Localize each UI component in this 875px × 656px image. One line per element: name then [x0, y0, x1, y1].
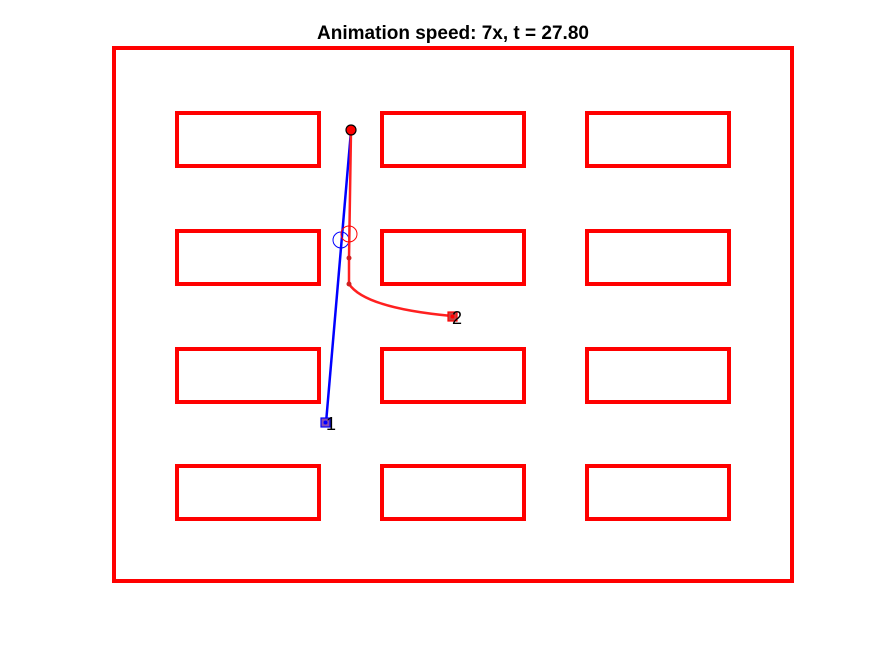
shelf-r2-c2 [380, 229, 526, 286]
agent-2-path [347, 130, 453, 318]
agent-1-label: 1 [326, 414, 336, 434]
agent-1-path-group: 1 [320, 130, 353, 434]
animation-title: Animation speed: 7x, t = 27.80 [317, 23, 589, 44]
shelf-r4-c3 [585, 464, 731, 521]
shelf-r3-c3 [585, 347, 731, 404]
agent-2-label: 2 [452, 308, 462, 328]
agent-2-waypoint [346, 255, 352, 261]
shelf-r3-c1 [175, 347, 321, 404]
agent-2-waypoint [346, 281, 352, 287]
shelf-r2-c3 [585, 229, 731, 286]
agent-1-path [324, 130, 353, 424]
start-marker [345, 124, 357, 136]
shelf-r3-c2 [380, 347, 526, 404]
shelf-r1-c2 [380, 111, 526, 168]
shelf-r4-c2 [380, 464, 526, 521]
shelf-r1-c3 [585, 111, 731, 168]
shelf-r1-c1 [175, 111, 321, 168]
shelf-r4-c1 [175, 464, 321, 521]
shelf-r2-c1 [175, 229, 321, 286]
animation-figure: Animation speed: 7x, t = 27.80 1 2 [112, 23, 794, 583]
